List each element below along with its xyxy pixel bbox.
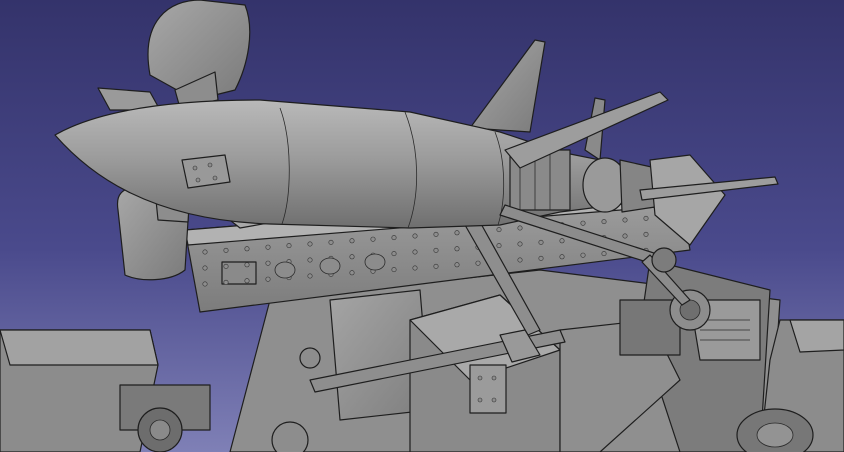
rivet (223, 263, 229, 269)
rivet (265, 260, 271, 266)
rivet (244, 278, 250, 284)
rivet (265, 276, 271, 282)
3d-viewport[interactable] (0, 0, 844, 452)
rivet (475, 260, 481, 266)
rivet (433, 263, 439, 269)
cradle-brackets (181, 154, 231, 189)
rivet (244, 262, 250, 268)
rivet (412, 265, 418, 271)
rivet (223, 247, 229, 253)
rivet (202, 265, 208, 271)
rivet (391, 235, 397, 241)
rivet (559, 238, 565, 244)
rivet (328, 239, 334, 245)
rivet (643, 231, 649, 237)
rivet (454, 230, 460, 236)
rivet (244, 246, 250, 252)
rivet (307, 273, 313, 279)
rivet (538, 239, 544, 245)
rivet (601, 219, 607, 225)
rivet (391, 267, 397, 273)
rivet (412, 233, 418, 239)
rivet (412, 249, 418, 255)
rivet (517, 241, 523, 247)
rivet (307, 257, 313, 263)
rivet (370, 236, 376, 242)
rivet (517, 257, 523, 263)
rivet (622, 233, 628, 239)
rivet (349, 254, 355, 260)
rivet (307, 241, 313, 247)
rivet (580, 252, 586, 258)
cad-model-render (0, 0, 844, 452)
rivet (349, 238, 355, 244)
rivet (559, 254, 565, 260)
rivet (643, 215, 649, 221)
rivet (265, 244, 271, 250)
left-outrigger (0, 329, 211, 452)
rivet (580, 220, 586, 226)
rivet (538, 255, 544, 261)
rivet (391, 251, 397, 257)
rivet (496, 243, 502, 249)
rivet (286, 243, 292, 249)
rivet (223, 279, 229, 285)
rivet (202, 281, 208, 287)
rivet (454, 246, 460, 252)
rivet (454, 262, 460, 268)
rivet (622, 217, 628, 223)
rivet (517, 225, 523, 231)
rivet (433, 247, 439, 253)
rivet (202, 249, 208, 255)
rivet (601, 251, 607, 257)
rivet (496, 227, 502, 233)
rivet (433, 231, 439, 237)
rivet (349, 270, 355, 276)
